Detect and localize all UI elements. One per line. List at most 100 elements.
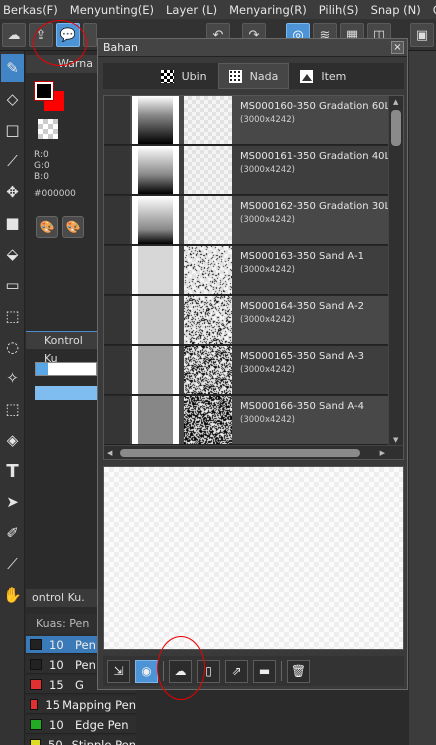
delete-icon[interactable]: 🗑 (287, 659, 310, 683)
scroll-down-icon[interactable]: ▼ (393, 436, 398, 444)
hex-value: #000000 (34, 189, 76, 199)
toolbar-separator (163, 661, 164, 681)
shape-tool-icon[interactable]: □ (1, 116, 24, 144)
palette-icon[interactable]: 🎨 (36, 216, 58, 238)
vertical-scroll-thumb[interactable] (391, 110, 401, 146)
paste-to-canvas-icon[interactable]: ⇲ (107, 659, 130, 683)
correction-tool-icon[interactable]: ✐ (1, 519, 24, 547)
menu-bar: Berkas(F) Menyunting(E) Layer (L) Menyar… (0, 0, 436, 19)
brush-color-chip (30, 719, 42, 730)
horizontal-scrollbar[interactable]: ◀ ▶ (104, 445, 403, 459)
hand-tool-icon[interactable]: ✋ (1, 581, 24, 609)
brush-color-chip (30, 679, 42, 690)
material-detail-preview (184, 196, 232, 244)
material-thumbnail (132, 246, 179, 294)
tab-ubin[interactable]: Ubin (150, 63, 218, 89)
material-size: (3000x4242) (240, 215, 295, 225)
menu-more[interactable]: Co (430, 3, 436, 17)
transparent-color-swatch[interactable] (38, 119, 58, 139)
menu-select[interactable]: Pilih(S) (316, 3, 368, 17)
cloud-icon[interactable]: ☁ (2, 23, 26, 47)
material-detail-preview (184, 296, 232, 344)
material-swatch (138, 346, 173, 394)
material-name: MS000164-350 Sand A-2 (240, 301, 364, 312)
fill-tool-icon[interactable]: ■ (1, 209, 24, 237)
eraser-tool-icon[interactable]: ◇ (1, 85, 24, 113)
folder-icon[interactable]: ▬ (253, 659, 276, 683)
size-slider[interactable] (35, 362, 97, 376)
brush-color-chip (30, 739, 42, 745)
select-pen-icon[interactable]: ⬚ (1, 395, 24, 423)
lasso-tool-icon[interactable]: ◌ (1, 333, 24, 361)
main-color-swatch[interactable] (35, 82, 53, 100)
speech-bubble-icon[interactable]: 💬 (56, 23, 80, 47)
sand-texture (184, 296, 232, 344)
tab-nada-label: Nada (249, 69, 279, 83)
menu-edit[interactable]: Menyunting(E) (67, 3, 163, 17)
bucket-tool-icon[interactable]: ⬙ (1, 240, 24, 268)
vertical-scrollbar[interactable]: ▲ ▼ (388, 96, 403, 446)
brush-size-row[interactable]: 10 Edge Pen (26, 716, 136, 734)
horizontal-scroll-thumb[interactable] (120, 449, 360, 457)
pen-tool-icon[interactable]: ✎ (1, 54, 24, 82)
export-icon[interactable]: ⇪ (29, 23, 53, 47)
material-size: (3000x4242) (240, 365, 295, 375)
panel-icon[interactable] (83, 23, 97, 47)
import-icon[interactable]: ⇗ (225, 659, 248, 683)
tab-nada[interactable]: Nada (217, 63, 290, 89)
scroll-up-icon[interactable]: ▲ (393, 98, 398, 106)
material-thumbnail (132, 96, 179, 144)
menu-snap[interactable]: Snap (N) (368, 3, 430, 17)
eyedropper-tool-icon[interactable]: ⟋ (1, 550, 24, 578)
material-row[interactable]: MS000163-350 Sand A-1 (3000x4242) (104, 246, 389, 295)
line-tool-icon[interactable]: ⟋ (1, 147, 24, 175)
download-cloud-icon[interactable]: ☁ (169, 659, 192, 683)
sub-tool-header[interactable]: ontrol Ku. (26, 589, 98, 607)
tab-item[interactable]: Item (289, 63, 357, 89)
scroll-right-icon[interactable]: ▶ (380, 449, 385, 457)
search-view-icon[interactable]: ◉ (135, 659, 158, 683)
material-row[interactable]: MS000166-350 Sand A-4 (3000x4242) (104, 396, 389, 445)
material-name: MS000166-350 Sand A-4 (240, 401, 364, 412)
operation-tool-icon[interactable]: ➤ (1, 488, 24, 516)
scroll-left-icon[interactable]: ◀ (107, 449, 112, 457)
material-swatch (138, 296, 173, 344)
halftone-icon (228, 69, 242, 83)
brush-name: Pen (75, 657, 96, 672)
material-row[interactable]: MS000164-350 Sand A-2 (3000x4242) (104, 296, 389, 345)
brush-size-row[interactable]: 50 Stipple Pen (26, 736, 136, 745)
material-size: (3000x4242) (240, 415, 295, 425)
row-gutter (104, 296, 130, 344)
brush-size-row[interactable]: 15 Mapping Pen (26, 696, 136, 714)
material-list: MS000160-350 Gradation 60L (3000x4242) MS0… (103, 95, 404, 460)
material-row[interactable]: MS000162-350 Gradation 30L (3000x4242) (104, 196, 390, 245)
material-thumbnail (132, 146, 179, 194)
close-icon[interactable]: × (391, 41, 404, 54)
material-row[interactable]: MS000160-350 Gradation 60L (3000x4242) (104, 96, 390, 145)
menu-filter[interactable]: Menyaring(R) (226, 3, 316, 17)
canvas-edge (409, 51, 436, 745)
tool-column: ✎ ◇ □ ⟋ ✥ ■ ⬙ ▭ ⬚ ◌ ✧ ⬚ ◈ T ➤ ✐ ⟋ ✋ (0, 51, 25, 745)
magic-wand-icon[interactable]: ✧ (1, 364, 24, 392)
material-thumbnail (132, 346, 179, 394)
text-tool-icon[interactable]: T (1, 457, 24, 485)
menu-layer[interactable]: Layer (L) (163, 3, 226, 17)
opacity-bar[interactable] (35, 386, 97, 400)
row-gutter (104, 146, 130, 194)
move-tool-icon[interactable]: ✥ (1, 178, 24, 206)
brush-name: Stipple Pen (71, 737, 136, 745)
material-tabs: Ubin Nada Item (103, 63, 404, 89)
select-eraser-icon[interactable]: ◈ (1, 426, 24, 454)
material-row[interactable]: MS000165-350 Sand A-3 (3000x4242) (104, 346, 389, 395)
tool-property-header[interactable]: Kontrol Ku (26, 331, 98, 365)
palette-settings-icon[interactable]: 🎨 (62, 216, 84, 238)
selection-tool-icon[interactable]: ⬚ (1, 302, 24, 330)
material-dialog: Bahan × Ubin Nada Item MS000160-350 Grad… (97, 38, 408, 690)
snap-other-icon[interactable]: ▣ (410, 23, 434, 47)
material-name: MS000165-350 Sand A-3 (240, 351, 364, 362)
new-page-icon[interactable]: ▯ (197, 659, 220, 683)
gradient-tool-icon[interactable]: ▭ (1, 271, 24, 299)
menu-file[interactable]: Berkas(F) (0, 3, 67, 17)
material-row[interactable]: MS000161-350 Gradation 40L (3000x4242) (104, 146, 390, 195)
color-panel-tab[interactable]: Warna (26, 55, 98, 73)
